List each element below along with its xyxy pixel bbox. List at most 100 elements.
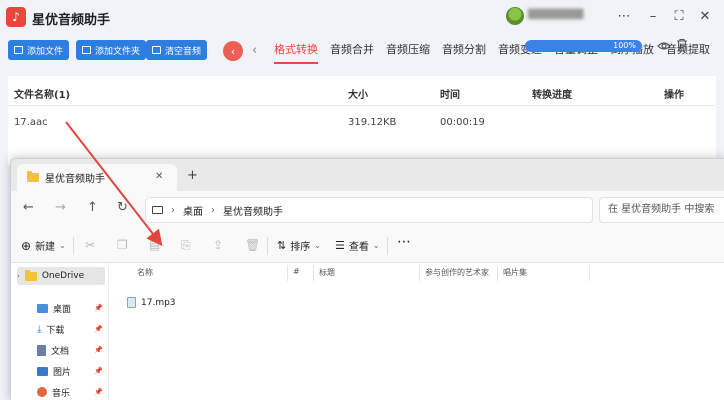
tab-audio-split[interactable]: 音频分割 (436, 34, 492, 66)
app-logo-icon: ♪ (6, 7, 26, 27)
nav-item-downloads[interactable]: ⤓ 下载 📌 (17, 320, 105, 338)
add-folder-button[interactable]: 添加文件夹 (76, 40, 147, 60)
column-divider (497, 265, 498, 281)
file-explorer-window: 星优音频助手 ✕ + ← → ↑ ↻ › 桌面 › 星优音频助手 在 星优音频助… (10, 158, 724, 400)
user-avatar[interactable] (506, 7, 524, 25)
nav-item-label: 文档 (51, 346, 70, 357)
view-button[interactable]: ☰ 查看 ⌄ (335, 238, 380, 253)
minimize-button[interactable]: – (643, 6, 663, 26)
share-icon[interactable]: ⇪ (213, 238, 223, 252)
column-divider (419, 265, 420, 281)
progress-label: 100% (613, 41, 636, 50)
nav-item-label: 下载 (46, 325, 65, 336)
divider (387, 237, 388, 255)
add-file-button[interactable]: 添加文件 (8, 40, 70, 60)
breadcrumb-desktop[interactable]: 桌面 (183, 203, 203, 218)
table-row[interactable]: 17.aac 319.12KB 00:00:19 (8, 106, 716, 140)
onedrive-folder-icon (24, 269, 37, 281)
pin-icon: 📌 (94, 388, 103, 396)
tab-format-convert[interactable]: 格式转换 (268, 34, 324, 66)
new-tab-icon[interactable]: + (187, 168, 198, 183)
address-bar[interactable]: › 桌面 › 星优音频助手 (145, 197, 593, 223)
paste-icon[interactable]: ▤ (149, 238, 160, 252)
up-arrow-icon[interactable]: ↑ (87, 200, 98, 215)
explorer-nav-bar: ← → ↑ ↻ › 桌面 › 星优音频助手 在 星优音频助手 中搜索 (11, 191, 724, 229)
row-time: 00:00:19 (440, 117, 485, 128)
copy-icon[interactable]: ❐ (117, 238, 128, 252)
new-label: 新建 (35, 242, 56, 253)
tab-close-icon[interactable]: ✕ (155, 171, 163, 182)
more-options-icon[interactable]: ⋯ (397, 234, 411, 250)
username-blurred: ████████ (528, 10, 584, 20)
nav-item-label: 音乐 (52, 388, 71, 399)
maximize-button[interactable]: ⛶ (669, 6, 689, 26)
col-name[interactable]: 名称 (137, 267, 153, 278)
col-file-name: 文件名称(1) (14, 90, 71, 101)
nav-item-music[interactable]: 音乐 📌 (17, 383, 105, 400)
nav-item-label: 桌面 (53, 304, 72, 315)
sort-label: 排序 (290, 242, 311, 253)
cut-icon[interactable]: ✂ (85, 238, 95, 252)
col-album[interactable]: 唱片集 (503, 267, 527, 278)
col-artist[interactable]: 参与创作的艺术家 (425, 267, 489, 278)
nav-item-label: 图片 (53, 367, 72, 378)
pin-icon: 📌 (94, 346, 103, 354)
back-circle-button[interactable]: ‹ (223, 41, 243, 61)
clear-audio-button[interactable]: 清空音频 (146, 40, 208, 60)
explorer-tab-bar: 星优音频助手 ✕ + (11, 159, 724, 191)
clear-icon (152, 46, 161, 54)
desktop-icon (37, 303, 48, 313)
tab-audio-merge[interactable]: 音频合并 (324, 34, 380, 66)
close-button[interactable]: ✕ (695, 6, 715, 26)
column-divider (589, 265, 590, 281)
audio-file-icon (127, 297, 136, 308)
folder-icon (27, 171, 39, 182)
documents-icon (37, 344, 46, 356)
rename-icon[interactable]: ⎘ (181, 238, 191, 253)
add-file-label: 添加文件 (27, 46, 64, 57)
nav-item-documents[interactable]: 文档 📌 (17, 341, 105, 359)
monitor-icon (152, 206, 163, 214)
chevron-right-icon: › (17, 272, 20, 280)
preview-eye-icon[interactable] (657, 39, 671, 53)
row-file-name: 17.aac (14, 117, 48, 128)
sort-button[interactable]: ⇅ 排序 ⌄ (277, 238, 321, 253)
forward-arrow-icon[interactable]: → (55, 200, 66, 215)
col-time: 时间 (440, 90, 460, 101)
file-item[interactable]: 17.mp3 (127, 297, 176, 308)
chevron-right-icon: › (211, 204, 215, 216)
nav-item-desktop[interactable]: 桌面 📌 (17, 299, 105, 317)
col-number[interactable]: # (293, 267, 300, 276)
download-icon: ⤓ (37, 323, 42, 335)
file-table: 文件名称(1) 大小 时间 转换进度 操作 17.aac 319.12KB 00… (8, 76, 716, 166)
nav-item-pictures[interactable]: 图片 📌 (17, 362, 105, 380)
col-action: 操作 (664, 90, 684, 101)
refresh-icon[interactable]: ↻ (117, 200, 128, 215)
file-item-name: 17.mp3 (141, 297, 176, 308)
sort-icon: ⇅ (277, 239, 287, 252)
explorer-tab[interactable]: 星优音频助手 (17, 164, 177, 191)
col-title[interactable]: 标题 (319, 267, 335, 278)
clear-audio-label: 清空音频 (165, 46, 202, 57)
menu-icon[interactable]: ⋯ (614, 6, 634, 26)
col-size: 大小 (348, 90, 368, 101)
nav-item-onedrive[interactable]: › OneDrive (17, 267, 105, 285)
function-tabs: 格式转换 音频合并 音频压缩 音频分割 音频变速 音量调整 倒序播放 音频提取 (268, 34, 716, 66)
explorer-command-bar: ⊕ 新建 ⌄ ✂ ❐ ▤ ⎘ ⇪ 🗑 ⇅ 排序 ⌄ ☰ 查看 ⌄ ⋯ (11, 229, 724, 263)
tab-scroll-left-icon[interactable]: ‹ (252, 43, 257, 58)
chevron-right-icon: › (171, 204, 175, 216)
column-divider (313, 265, 314, 281)
view-icon: ☰ (335, 239, 345, 252)
delete-trash-icon[interactable] (676, 38, 688, 52)
chevron-down-icon: ⌄ (59, 241, 66, 250)
nav-item-label: OneDrive (41, 271, 85, 281)
new-button[interactable]: ⊕ 新建 ⌄ (21, 238, 66, 254)
explorer-body: › OneDrive 桌面 📌 ⤓ 下载 📌 文档 📌 图片 📌 音乐 📌 名称… (11, 263, 724, 400)
tab-audio-compress[interactable]: 音频压缩 (380, 34, 436, 66)
delete-icon[interactable]: 🗑 (245, 238, 260, 252)
search-input[interactable]: 在 星优音频助手 中搜索 (599, 197, 724, 223)
breadcrumb-folder[interactable]: 星优音频助手 (223, 203, 283, 218)
back-arrow-icon[interactable]: ← (23, 200, 34, 215)
pin-icon: 📌 (94, 367, 103, 375)
plus-circle-icon: ⊕ (21, 238, 32, 253)
